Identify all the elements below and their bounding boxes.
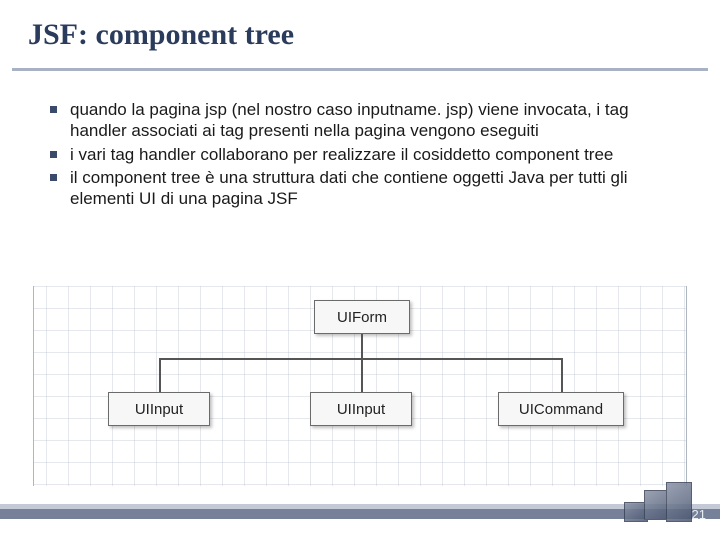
footer-bar bbox=[0, 504, 720, 522]
footer-graphic bbox=[624, 482, 694, 528]
diagram-connector bbox=[361, 334, 363, 358]
slide: JSF: component tree quando la pagina jsp… bbox=[0, 0, 720, 540]
diagram-edge bbox=[24, 286, 34, 486]
diagram-connector bbox=[159, 358, 161, 392]
diagram-node-child: UIInput bbox=[310, 392, 412, 426]
bullet-item: quando la pagina jsp (nel nostro caso in… bbox=[48, 99, 672, 142]
title-area: JSF: component tree bbox=[0, 0, 720, 60]
diagram: UIForm UIInput UIInput UICommand bbox=[24, 286, 696, 486]
bullet-item: il component tree è una struttura dati c… bbox=[48, 167, 672, 210]
diagram-connector bbox=[361, 358, 363, 392]
diagram-node-child: UIInput bbox=[108, 392, 210, 426]
diagram-node-child: UICommand bbox=[498, 392, 624, 426]
page-title: JSF: component tree bbox=[28, 18, 692, 52]
bullet-item: i vari tag handler collaborano per reali… bbox=[48, 144, 672, 165]
diagram-connector bbox=[561, 358, 563, 392]
page-number: 21 bbox=[692, 507, 706, 522]
content-area: quando la pagina jsp (nel nostro caso in… bbox=[0, 71, 720, 209]
diagram-node-root: UIForm bbox=[314, 300, 410, 334]
footer-bar-dark bbox=[0, 509, 720, 519]
bullet-list: quando la pagina jsp (nel nostro caso in… bbox=[48, 99, 672, 209]
diagram-edge bbox=[686, 286, 696, 486]
